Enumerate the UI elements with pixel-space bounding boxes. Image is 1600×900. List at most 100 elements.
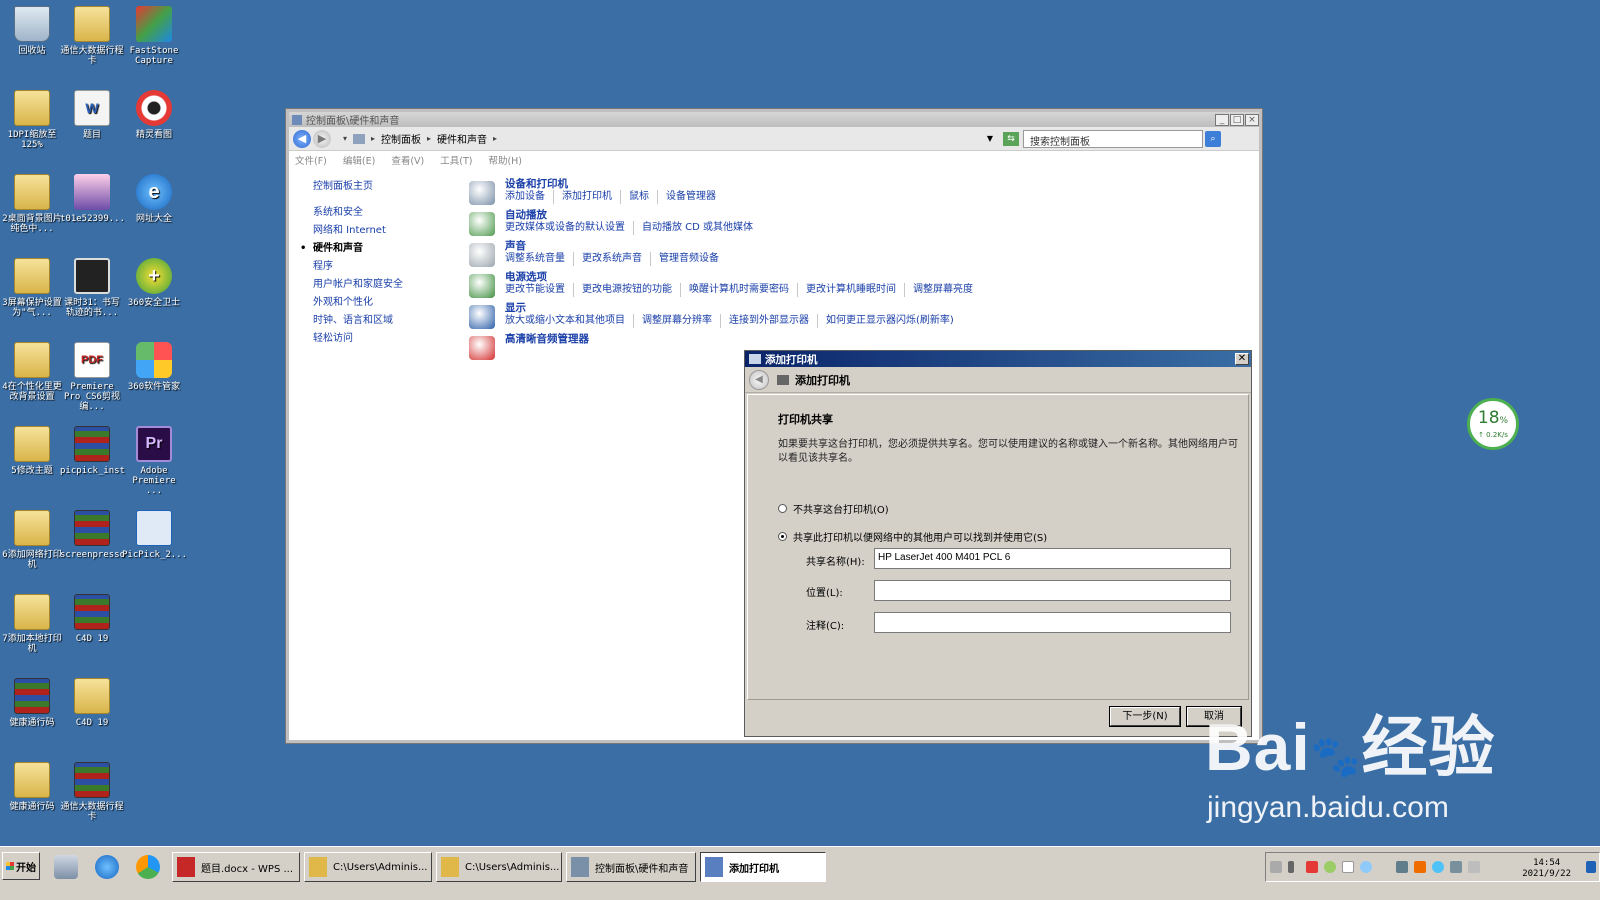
desktop-icon[interactable]: 4在个性化里更改背景设置 — [0, 342, 64, 402]
wps-tray-icon[interactable] — [1306, 861, 1318, 873]
360-tray-icon[interactable] — [1324, 861, 1336, 873]
back-arrow-icon[interactable]: ◀ — [749, 369, 769, 390]
desktop-icon[interactable]: screenpresso — [60, 510, 125, 560]
breadcrumb-item[interactable]: 硬件和声音 — [437, 131, 487, 146]
breadcrumb-item[interactable]: 控制面板 — [381, 131, 421, 146]
show-desktop-button[interactable] — [1586, 861, 1596, 873]
taskbar-button[interactable]: C:\Users\Adminis... — [304, 852, 432, 882]
category-link[interactable]: 放大或缩小文本和其他项目 — [505, 314, 633, 328]
tray-arrow-icon[interactable] — [1288, 861, 1294, 873]
start-button[interactable]: 开始 — [2, 852, 40, 880]
nav-item[interactable]: 轻松访问 — [313, 330, 403, 348]
category-title[interactable]: 显示 — [505, 302, 981, 314]
category-link[interactable]: 设备管理器 — [657, 190, 724, 204]
printer-tray-icon[interactable] — [1396, 861, 1408, 873]
chevron-right-icon[interactable]: ▸ — [371, 134, 375, 143]
nav-item[interactable]: 外观和个性化 — [313, 294, 403, 312]
category-title[interactable]: 设备和打印机 — [505, 178, 981, 190]
category-link[interactable]: 更改系统声音 — [573, 252, 650, 266]
next-button[interactable]: 下一步(N) — [1110, 707, 1180, 726]
maximize-button[interactable]: □ — [1230, 113, 1244, 126]
no-share-option[interactable]: 不共享这台打印机(O) — [778, 501, 889, 516]
category-link[interactable]: 添加设备 — [505, 190, 553, 204]
speaker-icon[interactable] — [469, 243, 495, 267]
taskbar-button[interactable]: 添加打印机 — [700, 852, 826, 882]
desktop-icon[interactable]: 课时31：书写轨迹的书... — [60, 258, 124, 318]
nav-item[interactable]: 用户帐户和家庭安全 — [313, 276, 403, 294]
desktop-icon[interactable]: PDF Premiere Pro CS6剪视编... — [60, 342, 124, 412]
category-link[interactable]: 连接到外部显示器 — [720, 314, 817, 328]
display-tray-icon[interactable] — [1450, 861, 1462, 873]
nav-item[interactable]: 时钟、语言和区域 — [313, 312, 403, 330]
desktop-icon[interactable]: PicPick_2... — [122, 510, 187, 560]
desktop-icon[interactable]: 5修改主题 — [0, 426, 64, 476]
category-link[interactable]: 更改计算机睡眠时间 — [797, 283, 904, 297]
desktop-icon[interactable]: 健康通行码 — [0, 678, 64, 728]
desktop-icon[interactable]: 通信大数据行程卡 — [60, 6, 124, 66]
nav-item[interactable]: 系统和安全 — [313, 204, 403, 222]
security-tray-icon[interactable] — [1360, 861, 1372, 873]
desktop-icon[interactable]: 6添加网络打印机 — [0, 510, 64, 570]
desktop-icon[interactable]: 回收站 — [0, 6, 64, 56]
desktop-icon[interactable]: 通信大数据行程卡 — [60, 762, 124, 822]
power-icon[interactable] — [469, 274, 495, 298]
desktop-icon[interactable]: 1DPI缩放至125% — [0, 90, 64, 150]
autoplay-icon[interactable] — [469, 212, 495, 236]
window-titlebar[interactable]: 控制面板\硬件和声音 _ □ × — [289, 112, 1259, 127]
printer-icon[interactable] — [469, 181, 495, 205]
volume-icon[interactable] — [1468, 861, 1480, 873]
nav-item[interactable]: 硬件和声音 — [300, 240, 403, 258]
browser-icon[interactable] — [136, 855, 160, 879]
network-speed-widget[interactable]: 18% ↑ 0.2K/s — [1467, 398, 1519, 450]
menu-view[interactable]: 查看(V) — [391, 153, 424, 167]
desktop-icon[interactable]: 精灵看图 — [122, 90, 186, 140]
desktop-icon[interactable]: W 题目 — [60, 90, 124, 140]
search-icon[interactable]: ⌕ — [1205, 130, 1221, 147]
share-name-field[interactable]: HP LaserJet 400 M401 PCL 6 — [874, 548, 1231, 569]
desktop-icon[interactable]: C4D 19 — [60, 678, 124, 728]
address-dropdown-icon[interactable]: ▼ — [987, 134, 993, 143]
dialog-titlebar[interactable]: 添加打印机 ✕ — [745, 351, 1251, 367]
desktop-icon[interactable]: 2桌面背景图片纯色中... — [0, 174, 64, 234]
category-link[interactable]: 调整系统音量 — [505, 252, 573, 266]
category-title[interactable]: 自动播放 — [505, 209, 981, 221]
desktop-icon[interactable]: e 网址大全 — [122, 174, 186, 224]
radio-share[interactable] — [778, 532, 787, 541]
network-tray-icon[interactable] — [1432, 861, 1444, 873]
nav-home[interactable]: 控制面板主页 — [313, 178, 403, 196]
share-option[interactable]: 共享此打印机以便网络中的其他用户可以找到并使用它(S) — [778, 529, 1047, 544]
ie-icon[interactable] — [95, 855, 119, 879]
close-button[interactable]: × — [1245, 113, 1259, 126]
desktop-icon[interactable]: +360安全卫士 — [122, 258, 186, 308]
category-link[interactable]: 更改电源按钮的功能 — [573, 283, 680, 297]
comment-field[interactable] — [874, 612, 1231, 633]
menu-tools[interactable]: 工具(T) — [440, 153, 472, 167]
keyboard-icon[interactable] — [1270, 861, 1282, 873]
desktop-icon[interactable]: 健康通行码 — [0, 762, 64, 812]
dialog-close-button[interactable]: ✕ — [1235, 353, 1249, 365]
category-link[interactable]: 更改节能设置 — [505, 283, 573, 297]
menu-help[interactable]: 帮助(H) — [488, 153, 522, 167]
category-link[interactable]: 唤醒计算机时需要密码 — [680, 283, 797, 297]
desktop-icon[interactable]: 7添加本地打印机 — [0, 594, 64, 654]
desktop-icon[interactable]: C4D 19 — [60, 594, 124, 644]
desktop-icon[interactable]: Pr Adobe Premiere ... — [122, 426, 186, 496]
desktop-icon[interactable]: FastStone Capture — [122, 6, 186, 66]
nav-item[interactable]: 网络和 Internet — [313, 222, 403, 240]
minimize-button[interactable]: _ — [1215, 113, 1229, 126]
category-link[interactable]: 管理音频设备 — [650, 252, 727, 266]
desktop-icon[interactable]: 360软件管家 — [122, 342, 186, 392]
menu-edit[interactable]: 编辑(E) — [343, 153, 375, 167]
category-link[interactable]: 鼠标 — [620, 190, 657, 204]
category-title[interactable]: 声音 — [505, 240, 981, 252]
taskbar-button[interactable]: C:\Users\Adminis... — [436, 852, 562, 882]
notes-tray-icon[interactable] — [1342, 861, 1354, 873]
category-link[interactable]: 调整屏幕亮度 — [904, 283, 981, 297]
category-link[interactable]: 添加打印机 — [553, 190, 620, 204]
taskbar-button[interactable]: 题目.docx - WPS ... — [172, 852, 300, 882]
location-field[interactable] — [874, 580, 1231, 601]
category-link[interactable]: 调整屏幕分辨率 — [633, 314, 720, 328]
menu-file[interactable]: 文件(F) — [295, 153, 327, 167]
desktop-icon[interactable]: t01e52399... — [60, 174, 125, 224]
chevron-down-icon[interactable]: ▾ — [343, 134, 347, 143]
